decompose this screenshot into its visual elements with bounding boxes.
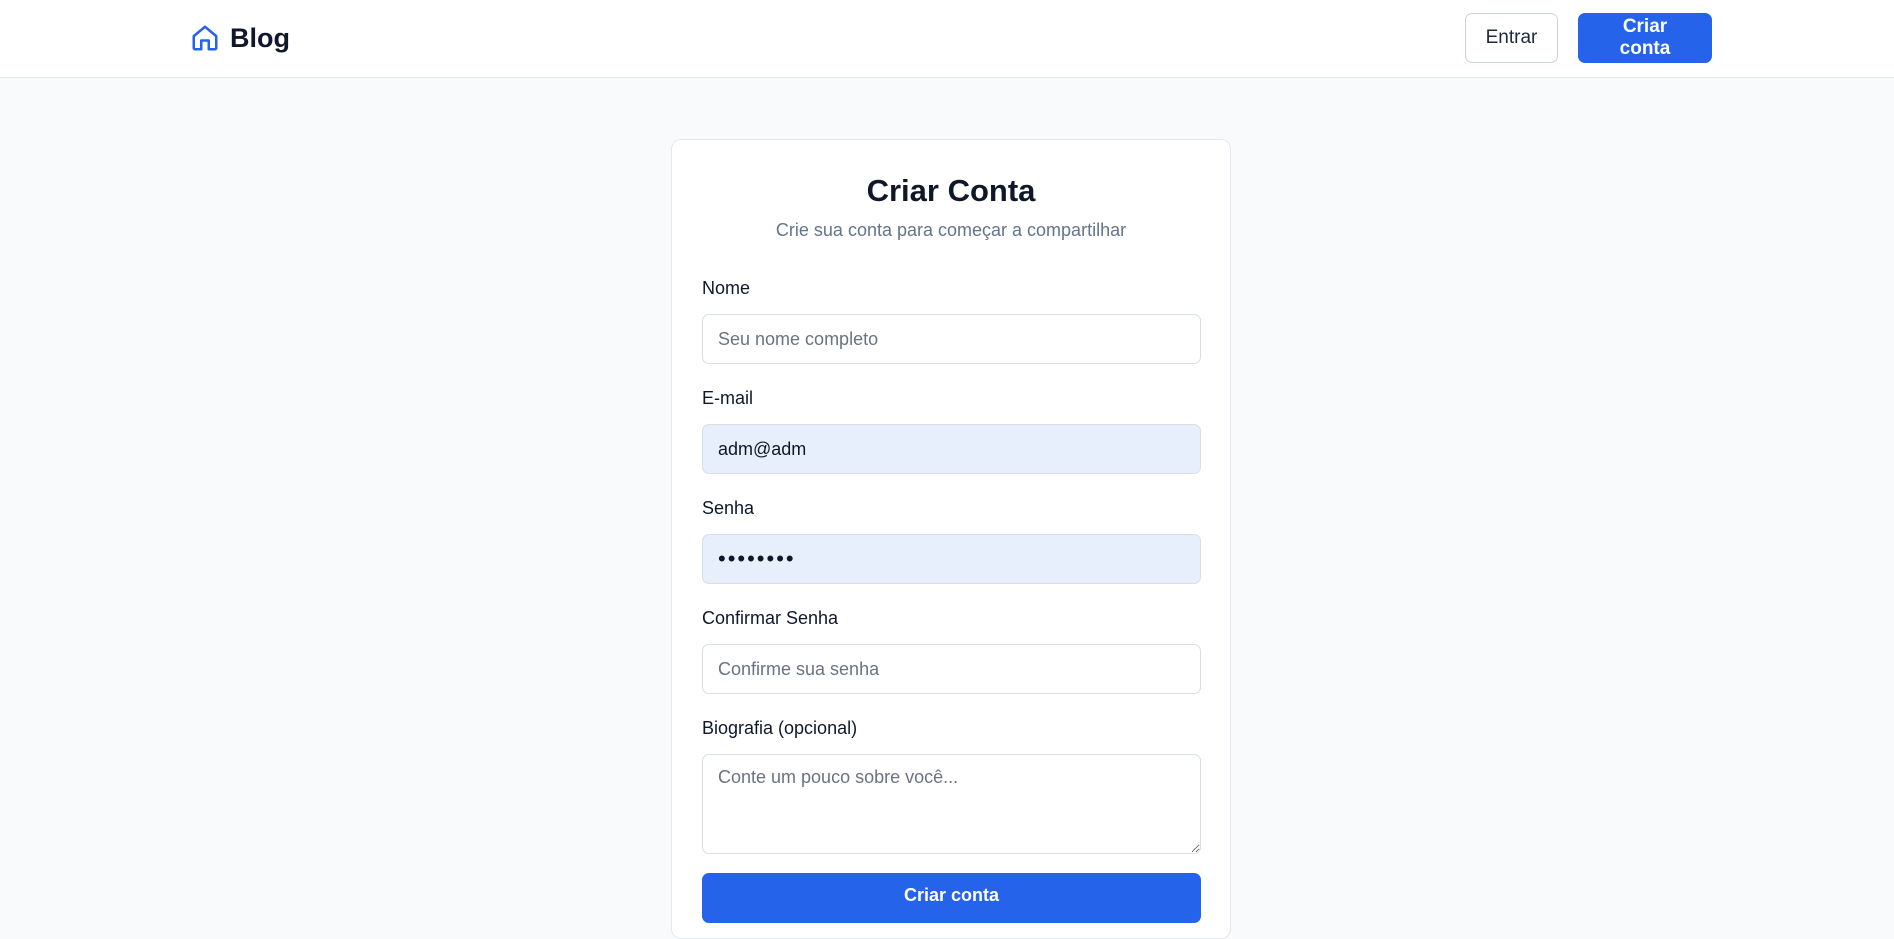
confirm-password-input[interactable] bbox=[702, 644, 1201, 694]
page-subtitle: Crie sua conta para começar a compartilh… bbox=[775, 220, 1127, 240]
confirm-password-label: Confirmar Senha bbox=[702, 608, 839, 628]
password-input[interactable] bbox=[702, 534, 1201, 584]
bio-label: Biografia (opcional) bbox=[702, 718, 858, 738]
password-label: Senha bbox=[702, 498, 755, 518]
signup-card: Criar Conta Crie sua conta para começar … bbox=[671, 139, 1231, 939]
page-title: Criar Conta bbox=[866, 173, 1036, 208]
top-navbar: Blog Entrar Criar conta bbox=[0, 0, 1894, 78]
bio-textarea[interactable] bbox=[702, 754, 1201, 854]
nav-actions: Entrar Criar conta bbox=[1465, 13, 1712, 63]
email-input[interactable] bbox=[702, 424, 1201, 474]
brand-name: Blog bbox=[230, 22, 290, 53]
name-input[interactable] bbox=[702, 314, 1201, 364]
brand-link[interactable]: Blog bbox=[190, 20, 290, 56]
home-icon bbox=[192, 25, 218, 51]
email-label: E-mail bbox=[702, 388, 754, 408]
name-label: Nome bbox=[702, 278, 751, 298]
signup-button[interactable]: Criar conta bbox=[1578, 13, 1712, 63]
login-button[interactable]: Entrar bbox=[1465, 13, 1558, 63]
submit-button[interactable]: Criar conta bbox=[702, 873, 1201, 923]
